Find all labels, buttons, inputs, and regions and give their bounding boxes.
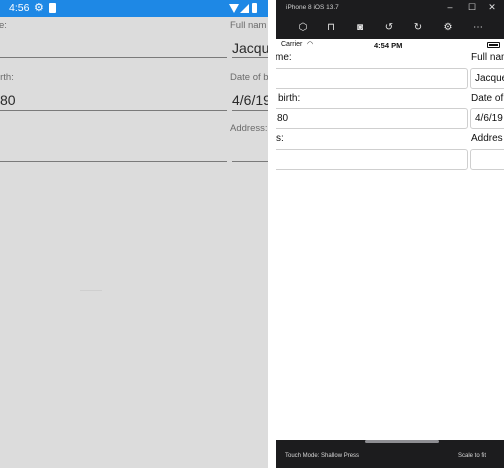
name-label: e: — [0, 20, 7, 31]
full-name-field[interactable]: Jacque — [232, 40, 268, 56]
full-name-label: Full nam — [471, 52, 504, 63]
birth-label: birth: — [278, 93, 301, 104]
scale-dropdown[interactable]: Scale to fit — [458, 453, 486, 459]
sim-icon — [49, 3, 56, 13]
iphone-screen: Carrier ◠ 4:54 PM me: birth: 80 s: Full … — [276, 39, 504, 440]
date-of-birth-field[interactable]: 4/6/19 — [232, 92, 268, 108]
rotate-left-icon[interactable]: ↺ — [382, 21, 396, 35]
window-gap — [268, 0, 276, 468]
android-status-bar: 4:56 ⚙ — [0, 0, 268, 17]
simulator-title-bar: iPhone 8 iOS 13.7 – ☐ ✕ — [276, 0, 504, 17]
date-of-birth-label: Date of — [471, 93, 504, 104]
name-label: me: — [276, 52, 292, 63]
address-label: s: — [276, 133, 284, 144]
desktop: 4:56 ⚙ e: irth: 80 Full nam Jacque Date … — [0, 0, 504, 468]
address-label: Address: — [230, 123, 268, 134]
full-name-label: Full nam — [230, 20, 267, 31]
more-icon[interactable]: ⋯ — [471, 21, 485, 35]
maximize-button[interactable]: ☐ — [466, 2, 478, 13]
date-of-birth-label: Date of bi — [230, 72, 268, 83]
birth-field-value: 80 — [277, 113, 289, 124]
screenshot-icon[interactable]: ◙ — [353, 21, 367, 35]
window-title: iPhone 8 iOS 13.7 — [286, 4, 339, 11]
home-icon[interactable]: ⬡ — [296, 21, 310, 35]
address-label-right: Addres — [471, 133, 503, 144]
full-name-underline — [232, 57, 268, 58]
status-time: 4:56 — [9, 2, 30, 14]
name-field[interactable] — [276, 68, 468, 89]
lock-icon[interactable]: ⊓ — [324, 21, 338, 35]
birth-field[interactable]: 80 — [276, 108, 468, 129]
ios-simulator: iPhone 8 iOS 13.7 – ☐ ✕ ⬡ ⊓ ◙ ↺ ↻ ⚙ ⋯ Ca… — [276, 0, 504, 468]
battery-icon — [487, 42, 500, 48]
android-emulator: 4:56 ⚙ e: irth: 80 Full nam Jacque Date … — [0, 0, 268, 468]
address-field-right[interactable] — [470, 149, 504, 170]
birth-field[interactable]: 80 — [0, 92, 16, 108]
full-name-field[interactable]: Jacque — [470, 68, 504, 89]
gear-icon: ⚙ — [34, 2, 44, 14]
rotate-right-icon[interactable]: ↻ — [411, 21, 425, 35]
name-field-underline[interactable] — [0, 57, 227, 58]
birth-field-underline — [0, 110, 227, 111]
close-button[interactable]: ✕ — [486, 2, 498, 13]
status-time: 4:54 PM — [374, 41, 403, 50]
address-field-underline[interactable] — [0, 161, 227, 162]
simulator-footer: Touch Mode: Shallow Press Scale to fit — [276, 443, 504, 468]
battery-icon — [252, 3, 257, 13]
date-of-birth-underline — [232, 110, 268, 111]
address-underline[interactable] — [232, 161, 268, 162]
touch-mode-label[interactable]: Touch Mode: Shallow Press — [285, 453, 359, 459]
wifi-icon — [229, 4, 239, 13]
birth-label: irth: — [0, 72, 14, 83]
minimize-button[interactable]: – — [444, 2, 456, 12]
divider-mark — [80, 290, 102, 291]
address-field[interactable] — [276, 149, 468, 170]
carrier-label: Carrier — [281, 41, 303, 48]
full-name-value: Jacque — [475, 73, 504, 84]
date-of-birth-value: 4/6/19 — [475, 113, 503, 124]
signal-icon — [240, 4, 249, 13]
simulator-toolbar: ⬡ ⊓ ◙ ↺ ↻ ⚙ ⋯ — [276, 17, 504, 39]
date-of-birth-field[interactable]: 4/6/19 — [470, 108, 504, 129]
settings-icon[interactable]: ⚙ — [441, 21, 455, 35]
wifi-icon: ◠ — [307, 41, 314, 48]
